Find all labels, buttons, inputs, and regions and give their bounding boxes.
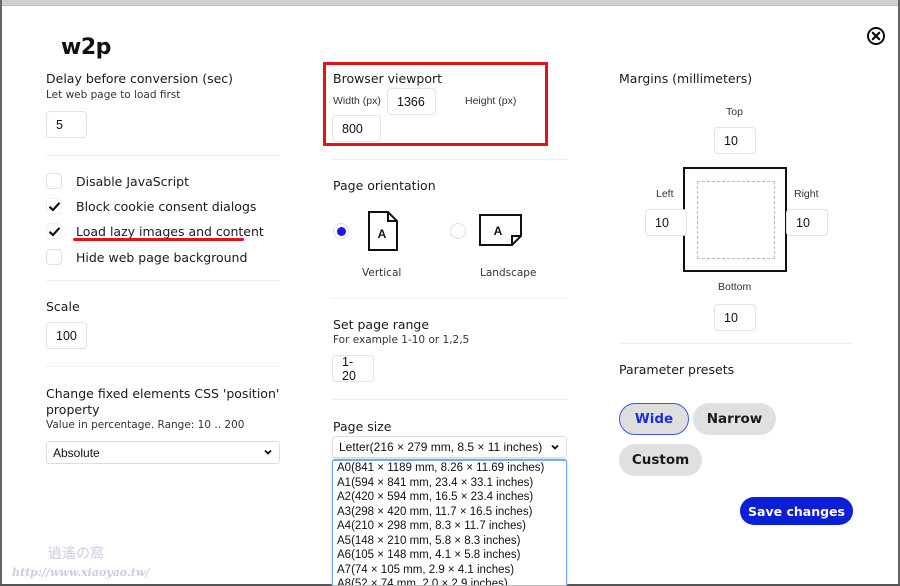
css-position-select[interactable]: Absolute [46,441,280,464]
divider [332,159,568,160]
divider [46,155,280,156]
app-logo: w2p [61,35,111,60]
window-left-edge [0,0,2,586]
chevron-down-icon [551,444,559,450]
divider [332,298,568,299]
annotation-underline [73,238,244,241]
page-size-option[interactable]: A3(298 × 420 mm, 11.7 × 16.5 inches) [333,505,566,520]
margin-left-label: Left [656,188,674,200]
margins-title: Margins (millimeters) [619,71,753,86]
page-size-option[interactable]: A6(105 × 148 mm, 4.1 × 5.8 inches) [333,548,566,563]
page-range-title: Set page range [333,317,430,332]
orientation-landscape-label: Landscape [480,267,537,279]
margin-top-label: Top [726,106,743,118]
watermark-url: http://www.xiaoyao.tw/ [12,566,150,579]
viewport-width-label: Width (px) [333,95,381,107]
preset-wide-button[interactable]: Wide [619,403,689,435]
delay-input[interactable]: 5 [46,111,87,138]
margin-preview [683,167,787,272]
presets-title: Parameter presets [619,362,735,377]
option-hide-background[interactable]: Hide web page background [46,248,247,266]
margin-right-input[interactable]: 10 [786,209,828,236]
page-size-option[interactable]: A4(210 × 298 mm, 8.3 × 11.7 inches) [333,519,566,534]
checkmark-icon [48,201,60,212]
page-size-option[interactable]: A2(420 × 594 mm, 16.5 × 23.4 inches) [333,490,566,505]
viewport-title: Browser viewport [333,71,443,86]
option-block-cookie-dialogs[interactable]: Block cookie consent dialogs [46,197,256,215]
delay-title: Delay before conversion (sec) [46,71,234,86]
checkbox[interactable] [46,249,62,265]
checkmark-icon [48,226,60,237]
scale-title: Scale [46,299,80,314]
orientation-title: Page orientation [333,178,436,193]
margin-left-input[interactable]: 10 [645,209,687,236]
css-position-title-2: property [46,402,100,417]
option-disable-javascript[interactable]: Disable JavaScript [46,172,189,190]
page-range-hint: For example 1-10 or 1,2,5 [333,334,470,346]
save-changes-button[interactable]: Save changes [740,497,853,525]
checkbox[interactable] [46,173,62,189]
orientation-vertical-label: Vertical [362,267,402,279]
landscape-page-icon[interactable]: A [478,213,523,247]
viewport-height-label: Height (px) [465,95,517,107]
page-size-option[interactable]: A0(841 × 1189 mm, 8.26 × 11.69 inches) [333,461,566,476]
page-size-option[interactable]: A5(148 × 210 mm, 5.8 × 8.3 inches) [333,534,566,549]
option-label: Disable JavaScript [76,173,190,189]
divider [46,366,280,367]
margin-bottom-input[interactable]: 10 [714,304,756,331]
svg-text:A: A [378,227,387,241]
option-label: Load lazy images and content [76,223,264,239]
close-circle-icon [867,27,885,45]
window-top-edge [0,0,900,6]
divider [46,280,280,281]
css-position-value: Absolute [53,445,100,460]
margin-top-input[interactable]: 10 [714,127,756,154]
margin-right-label: Right [794,188,819,200]
page-range-input[interactable]: 1-20 [332,355,374,383]
svg-text:A: A [494,224,503,238]
orientation-landscape-radio[interactable] [450,223,466,239]
close-button[interactable] [866,26,886,46]
margin-bottom-label: Bottom [718,281,752,293]
preset-custom-button[interactable]: Custom [619,444,702,476]
page-size-option[interactable]: A1(594 × 841 mm, 23.4 × 33.1 inches) [333,476,566,491]
watermark-logo: 逍遙の窩 [48,546,104,562]
page-size-dropdown-list[interactable]: A0(841 × 1189 mm, 8.26 × 11.69 inches) A… [332,459,567,586]
page-size-title: Page size [333,419,392,434]
radio-dot [336,226,346,236]
page-size-value: Letter(216 × 279 mm, 8.5 × 11 inches) [339,440,543,454]
page-size-option[interactable]: A8(52 × 74 mm, 2.0 × 2.9 inches) [333,577,566,585]
checkbox[interactable] [46,223,62,239]
margin-preview-content-area [697,181,775,259]
scale-input[interactable]: 100 [46,322,87,349]
orientation-vertical-radio[interactable] [333,223,349,239]
option-label: Block cookie consent dialogs [76,198,257,214]
divider [332,399,568,400]
divider [619,343,853,344]
delay-hint: Let web page to load first [46,89,181,101]
chevron-down-icon [264,449,272,455]
checkbox[interactable] [46,198,62,214]
page-size-option[interactable]: A7(74 × 105 mm, 2.9 × 4.1 inches) [333,563,566,578]
css-position-title: Change fixed elements CSS 'position' [46,386,280,401]
option-label: Hide web page background [76,249,248,265]
css-position-hint: Value in percentage. Range: 10 .. 200 [46,419,245,431]
viewport-height-input[interactable]: 800 [332,115,381,142]
page-size-select[interactable]: Letter(216 × 279 mm, 8.5 × 11 inches) [332,436,567,458]
viewport-width-input[interactable]: 1366 [387,88,436,115]
portrait-page-icon[interactable]: A [367,210,399,252]
preset-narrow-button[interactable]: Narrow [693,403,776,435]
